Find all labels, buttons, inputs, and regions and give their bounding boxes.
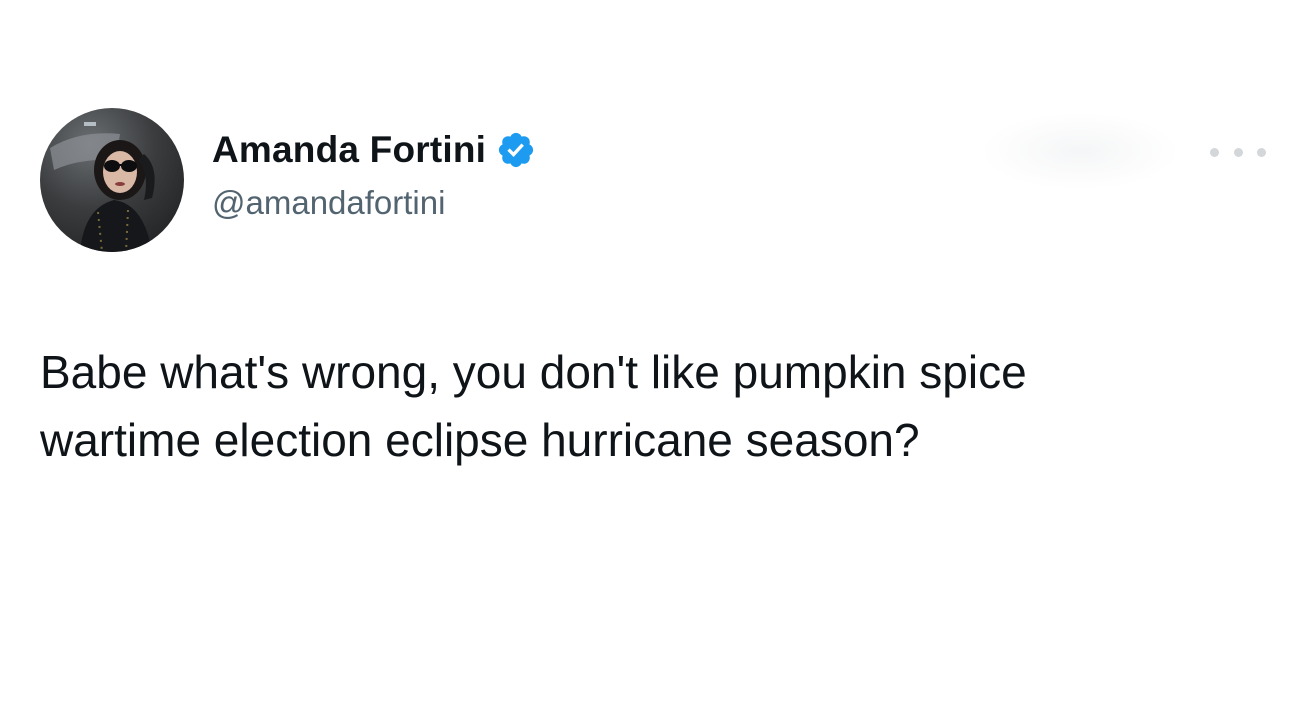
tweet-card: Amanda Fortini @amandafortini Babe what'…	[0, 0, 1290, 709]
more-horizontal-icon-dot	[1233, 147, 1243, 157]
avatar-photo-icon	[40, 108, 184, 252]
name-row: Amanda Fortini	[212, 124, 536, 176]
user-handle[interactable]: @amandafortini	[212, 184, 536, 222]
tweet-text: Babe what's wrong, you don't like pumpki…	[40, 338, 1270, 474]
tweet-text-line: wartime election eclipse hurricane seaso…	[40, 414, 920, 466]
faded-follow-artifact	[980, 112, 1180, 190]
more-horizontal-icon	[1210, 147, 1219, 157]
tweet-text-line: Babe what's wrong, you don't like pumpki…	[40, 346, 1027, 398]
author-info: Amanda Fortini @amandafortini	[212, 124, 536, 222]
avatar[interactable]	[40, 108, 184, 252]
more-options-button[interactable]	[1210, 140, 1266, 164]
more-horizontal-icon-dot	[1257, 147, 1266, 157]
verified-badge-icon[interactable]	[496, 130, 536, 170]
display-name[interactable]: Amanda Fortini	[212, 129, 486, 171]
